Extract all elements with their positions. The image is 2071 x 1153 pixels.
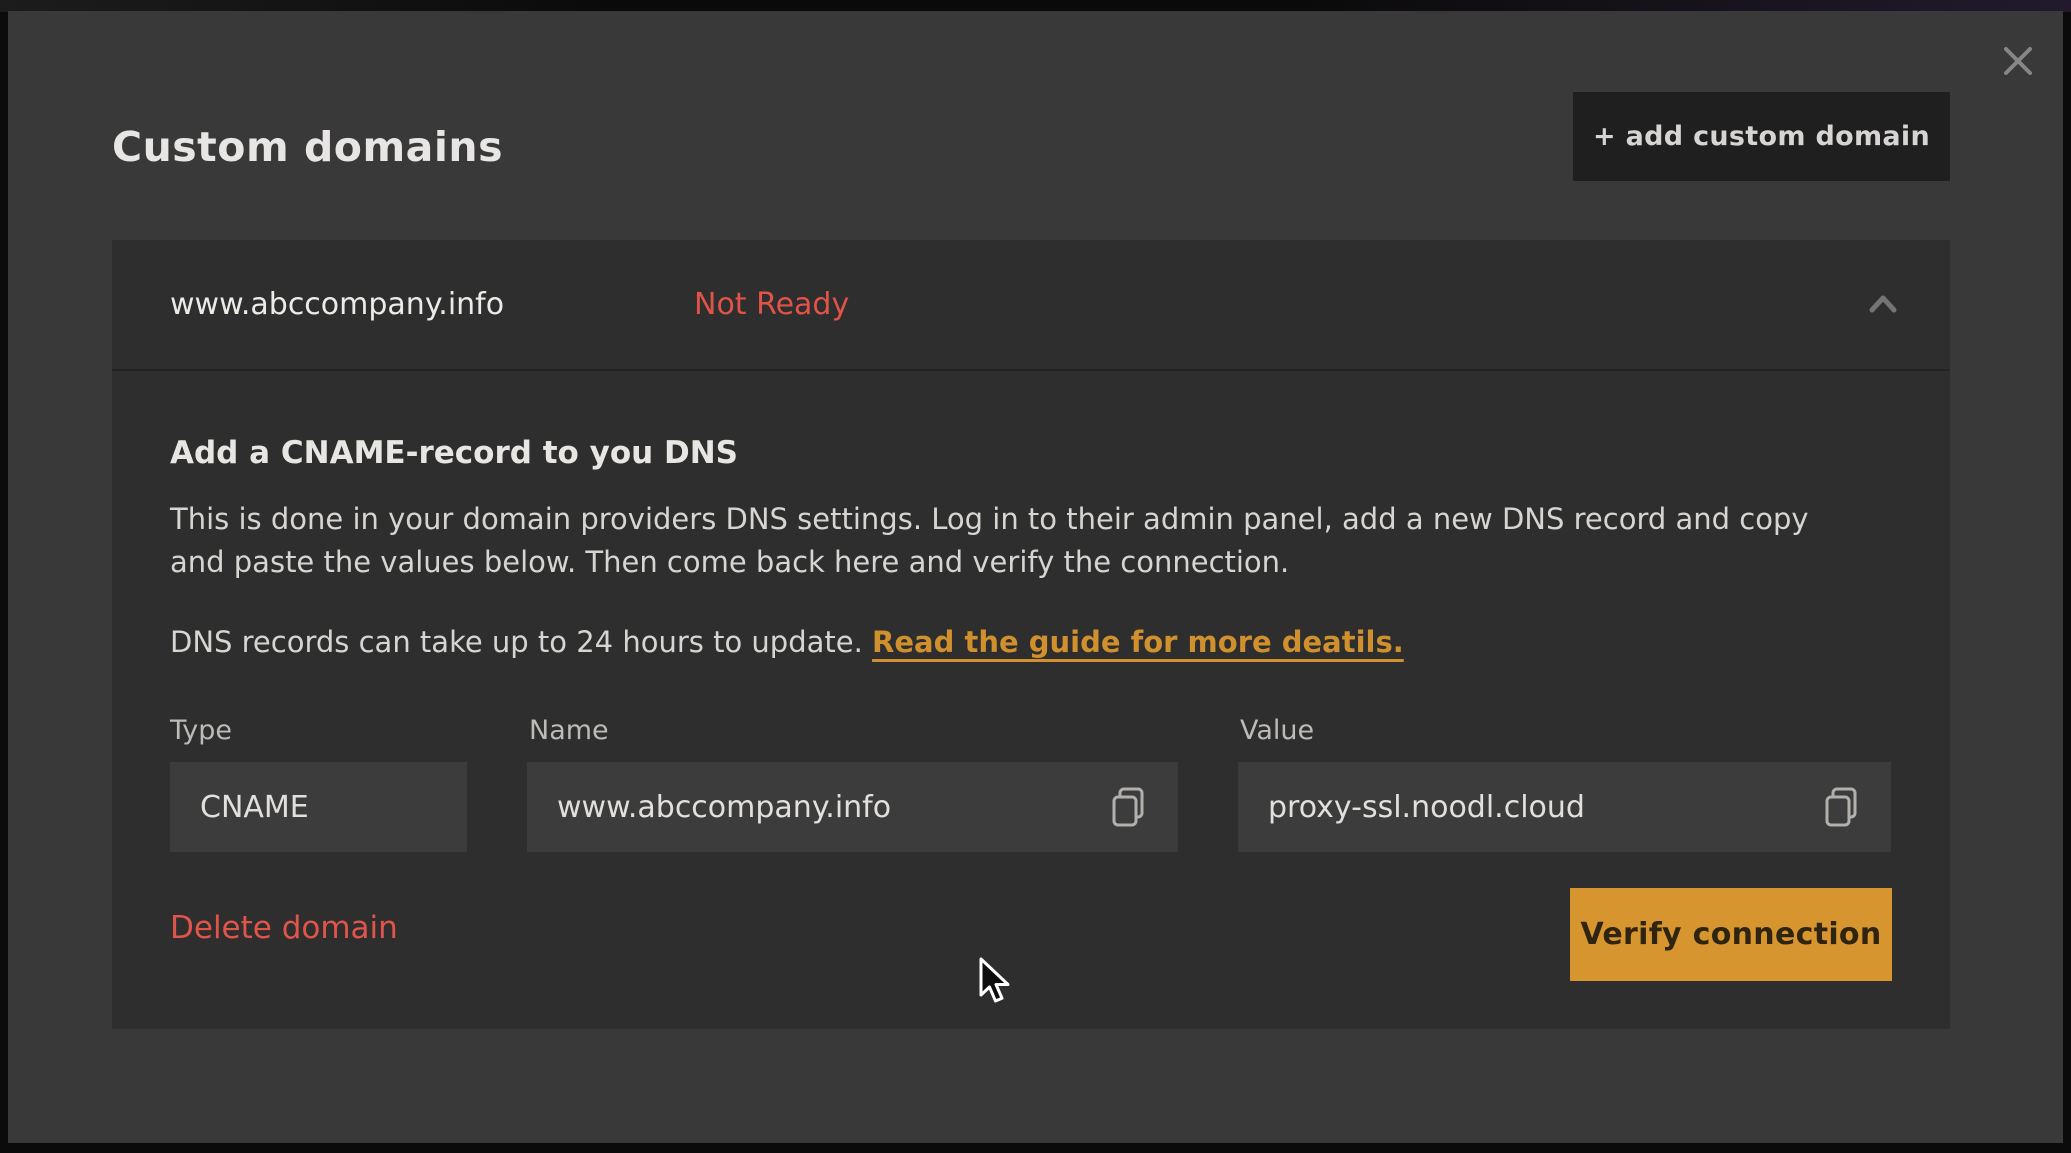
page-title: Custom domains: [112, 123, 503, 171]
add-custom-domain-button[interactable]: + add custom domain: [1573, 92, 1950, 181]
name-field[interactable]: www.abccompany.info: [527, 762, 1178, 852]
domain-name-label: www.abccompany.info: [170, 287, 504, 322]
custom-domains-modal: Custom domains + add custom domain www.a…: [8, 11, 2063, 1143]
dns-update-note-text: DNS records can take up to 24 hours to u…: [170, 625, 872, 659]
cname-instructions-body: This is done in your domain providers DN…: [170, 498, 1850, 584]
name-field-label: Name: [529, 715, 609, 746]
delete-domain-link[interactable]: Delete domain: [170, 910, 398, 946]
type-field-label: Type: [170, 715, 232, 746]
verify-connection-button[interactable]: Verify connection: [1570, 888, 1892, 981]
domain-card: www.abccompany.info Not Ready Add a CNAM…: [112, 240, 1950, 1029]
chevron-up-icon[interactable]: [1864, 286, 1902, 324]
value-field-label: Value: [1240, 715, 1314, 746]
domain-status-badge: Not Ready: [694, 287, 849, 322]
type-field-value: CNAME: [170, 790, 309, 825]
value-field-value: proxy-ssl.noodl.cloud: [1238, 790, 1585, 825]
type-field[interactable]: CNAME: [170, 762, 467, 852]
close-icon[interactable]: [1996, 39, 2040, 83]
name-field-value: www.abccompany.info: [527, 790, 891, 825]
cname-instructions-heading: Add a CNAME-record to you DNS: [170, 435, 738, 471]
value-field[interactable]: proxy-ssl.noodl.cloud: [1238, 762, 1891, 852]
read-guide-link[interactable]: Read the guide for more deatils.: [872, 625, 1404, 659]
copy-name-icon[interactable]: [1106, 783, 1154, 831]
copy-value-icon[interactable]: [1819, 783, 1867, 831]
dns-update-note: DNS records can take up to 24 hours to u…: [170, 625, 1870, 659]
domain-row[interactable]: www.abccompany.info Not Ready: [112, 240, 1950, 371]
